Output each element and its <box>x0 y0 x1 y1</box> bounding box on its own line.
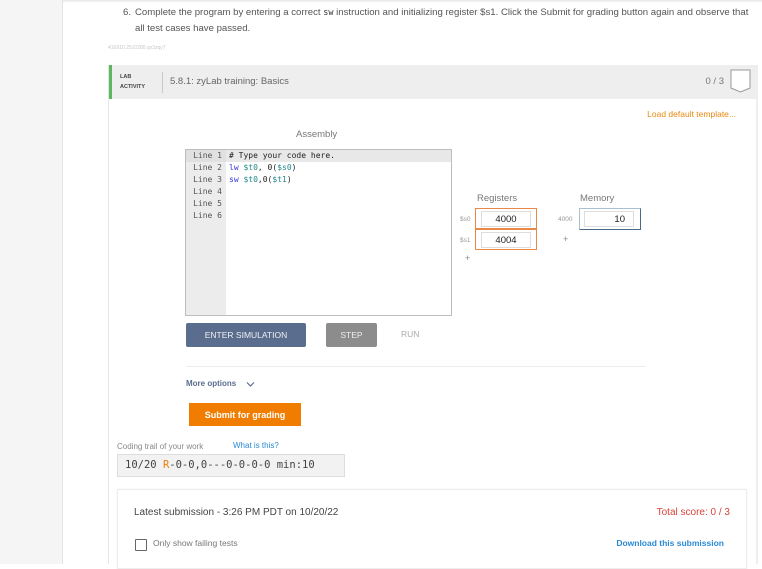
register-field <box>475 208 537 229</box>
step-button[interactable]: STEP <box>326 323 377 347</box>
instruction-step: 6. Complete the program by entering a co… <box>123 5 753 36</box>
lab-tag-line1: LAB <box>120 74 132 80</box>
code-register: $t0 <box>243 175 258 184</box>
chevron-down-icon[interactable] <box>246 381 255 388</box>
code-line[interactable]: sw $t0,0($t1) <box>226 174 451 186</box>
code-line[interactable] <box>226 210 451 222</box>
scroll-track <box>756 65 758 564</box>
submit-for-grading-button[interactable]: Submit for grading <box>189 403 301 426</box>
add-memory-button[interactable]: + <box>563 234 568 244</box>
activity-identifier: 416910.2510280.qx3zqy7 <box>108 45 166 51</box>
code-register: $t0 <box>243 163 258 172</box>
load-default-template-link[interactable]: Load default template... <box>647 109 736 119</box>
code-text: , 0( <box>257 163 278 172</box>
latest-submission-title: Latest submission - 3:26 PM PDT on 10/20… <box>134 507 339 518</box>
code-line[interactable]: lw $t0, 0($s0) <box>226 162 451 174</box>
memory-address-label: 4000 <box>558 216 573 223</box>
submission-panel: Latest submission - 3:26 PM PDT on 10/20… <box>117 489 747 569</box>
line-number: Line 2 <box>193 163 222 172</box>
step-number: 6. <box>123 7 132 18</box>
code-area[interactable]: # Type your code here. lw $t0, 0($s0) sw $… <box>226 150 451 222</box>
code-text: ,0( <box>257 175 273 184</box>
line-number-gutter: Line 1 Line 2 Line 3 Line 4 Line 5 Line 6 <box>186 150 226 315</box>
top-shadow <box>63 0 762 3</box>
code-register: $s0 <box>277 163 292 172</box>
line-number: Line 3 <box>193 175 222 184</box>
coding-trail-label: Coding trail of your work <box>117 442 204 451</box>
divider <box>186 366 646 367</box>
instruction-code: sw <box>323 8 334 18</box>
code-text: # Type your code here. <box>229 151 335 160</box>
instruction-text: Complete the program by entering a corre… <box>135 7 324 18</box>
register-field <box>475 229 537 250</box>
line-number: Line 4 <box>193 187 222 196</box>
trail-prefix: 10/20 <box>125 459 163 471</box>
line-number: Line 6 <box>193 211 222 220</box>
assembly-title: Assembly <box>296 129 338 140</box>
only-failing-label[interactable]: Only show failing tests <box>153 538 238 548</box>
more-options-toggle[interactable]: More options <box>186 379 236 388</box>
memory-field <box>579 208 641 230</box>
only-failing-checkbox[interactable] <box>135 539 147 551</box>
code-keyword: sw <box>229 175 239 184</box>
code-line[interactable]: # Type your code here. <box>226 150 451 162</box>
register-label: $s0 <box>460 216 471 223</box>
what-is-this-link[interactable]: What is this? <box>233 441 279 450</box>
coding-trail: 10/20 R-0-0,0---0-0-0-0 min:10 <box>117 454 345 477</box>
lab-title: 5.8.1: zyLab training: Basics <box>170 76 289 87</box>
enter-simulation-button[interactable]: ENTER SIMULATION <box>186 323 306 347</box>
code-editor[interactable]: Line 1 Line 2 Line 3 Line 4 Line 5 Line 6 # T… <box>185 149 452 316</box>
total-score: Total score: 0 / 3 <box>656 507 730 518</box>
code-text: ) <box>291 163 297 172</box>
left-rail <box>0 0 63 564</box>
code-keyword: lw <box>229 163 239 172</box>
code-register: $t1 <box>272 175 287 184</box>
line-number: Line 1 <box>186 150 226 162</box>
line-number: Line 5 <box>193 199 222 208</box>
memory-4000-input[interactable] <box>584 211 634 227</box>
download-submission-link[interactable]: Download this submission <box>616 538 724 548</box>
code-text: ) <box>286 175 292 184</box>
lab-tag-line2: ACTIVITY <box>120 84 146 90</box>
lab-score: 0 / 3 <box>705 76 725 87</box>
lab-activity: LAB ACTIVITY 5.8.1: zyLab training: Basi… <box>108 65 757 569</box>
trail-sequence: -0-0,0---0-0-0-0 min:10 <box>169 459 315 471</box>
register-s0-input[interactable] <box>481 211 531 227</box>
lab-header: LAB ACTIVITY 5.8.1: zyLab training: Basi… <box>109 65 757 99</box>
add-register-button[interactable]: + <box>465 253 470 263</box>
code-line[interactable] <box>226 186 451 198</box>
header-divider <box>162 72 163 93</box>
memory-title: Memory <box>580 193 615 204</box>
run-button[interactable]: RUN <box>401 329 419 339</box>
registers-title: Registers <box>477 193 518 204</box>
register-s1-input[interactable] <box>481 232 531 248</box>
completion-badge-icon <box>730 69 751 93</box>
register-label: $s1 <box>460 237 471 244</box>
lab-activity-tag: LAB ACTIVITY <box>120 72 145 92</box>
code-line[interactable] <box>226 198 451 210</box>
